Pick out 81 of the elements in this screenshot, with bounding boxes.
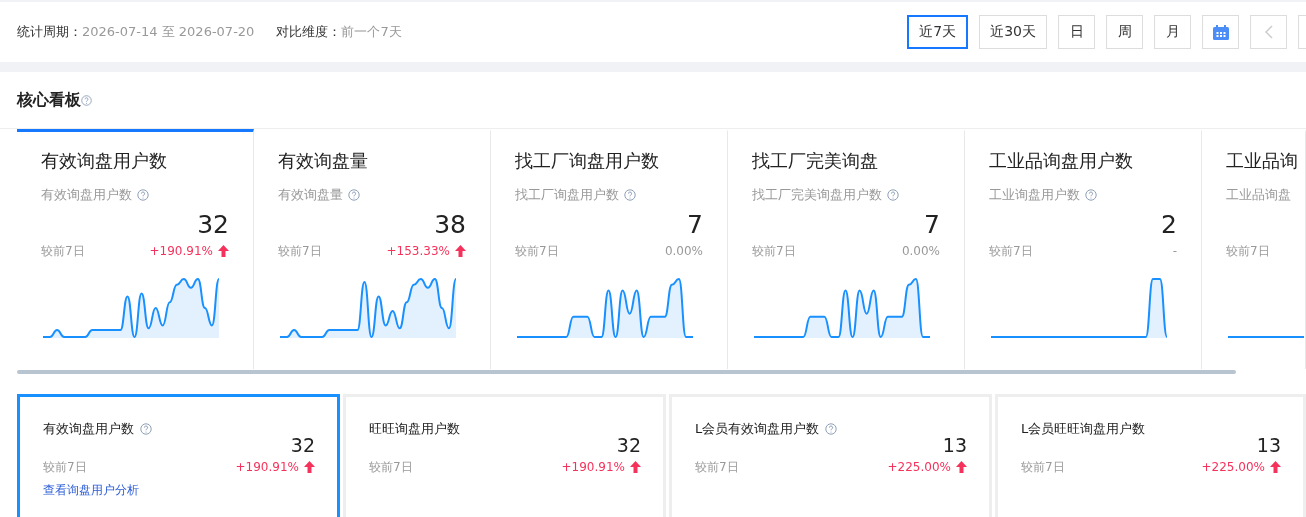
card-value: 13 bbox=[1256, 434, 1281, 456]
compare-period: 较前7日 bbox=[369, 458, 413, 476]
compare-period: 较前7日 bbox=[1226, 242, 1270, 260]
arrow-up-icon bbox=[956, 461, 967, 473]
arrow-up-icon bbox=[455, 245, 466, 257]
compare-period: 较前7日 bbox=[515, 242, 559, 260]
metric-value: 7 bbox=[924, 210, 940, 240]
metric-title: 找工厂询盘用户数 bbox=[515, 149, 659, 173]
metric-tab[interactable]: 有效询盘量 有效询盘量 38 较前7日 +153.33% bbox=[254, 129, 491, 369]
change-percent: +225.00% bbox=[887, 460, 951, 474]
calendar-button[interactable] bbox=[1202, 15, 1239, 49]
change-percent: - bbox=[1172, 244, 1177, 258]
metric-tab[interactable]: 找工厂完美询盘 找工厂完美询盘用户数 7 较前7日 0.00% bbox=[728, 129, 965, 369]
metric-title: 有效询盘量 bbox=[278, 149, 368, 173]
compare-period: 较前7日 bbox=[752, 242, 796, 260]
metric-card[interactable]: L会员有效询盘用户数 13 较前7日 +225.00% bbox=[669, 394, 992, 517]
metric-subtitle: 工业品询盘 bbox=[1226, 186, 1291, 204]
metric-subtitle: 找工厂询盘用户数 bbox=[515, 186, 619, 204]
help-icon bbox=[348, 189, 360, 201]
compare-period: 较前7日 bbox=[695, 458, 739, 476]
help-icon bbox=[137, 189, 149, 201]
metric-card[interactable]: L会员旺旺询盘用户数 13 较前7日 +225.00% bbox=[995, 394, 1306, 517]
metric-card[interactable]: 有效询盘用户数 32 较前7日 +190.91% 查看询盘用户分析 bbox=[17, 394, 340, 517]
metric-value: 2 bbox=[1161, 210, 1177, 240]
metric-tab[interactable]: 有效询盘用户数 有效询盘用户数 32 较前7日 +190.91% bbox=[17, 129, 254, 369]
analysis-link[interactable]: 查看询盘用户分析 bbox=[43, 482, 139, 499]
metric-tab[interactable]: 工业品询盘用户数 工业询盘用户数 2 较前7日 - bbox=[965, 129, 1202, 369]
arrow-up-icon bbox=[304, 461, 315, 473]
metric-tab[interactable]: 工业品询 工业品询盘 较前7日 bbox=[1202, 129, 1306, 369]
period-value: 2026-07-14 至 2026-07-20 bbox=[82, 23, 255, 41]
range-button[interactable]: 近30天 bbox=[979, 15, 1047, 49]
metric-card[interactable]: 旺旺询盘用户数 32 较前7日 +190.91% bbox=[343, 394, 666, 517]
card-title: 旺旺询盘用户数 bbox=[369, 420, 460, 438]
change-percent: 0.00% bbox=[664, 244, 703, 258]
metric-title: 工业品询盘用户数 bbox=[989, 149, 1133, 173]
change-percent: +153.33% bbox=[386, 244, 450, 258]
chevron-left-icon bbox=[1264, 25, 1273, 39]
compare-period: 较前7日 bbox=[41, 242, 85, 260]
metric-title: 找工厂完美询盘 bbox=[752, 149, 878, 173]
compare-period: 较前7日 bbox=[1021, 458, 1065, 476]
range-button[interactable]: 日 bbox=[1058, 15, 1095, 49]
metric-value: 32 bbox=[197, 210, 229, 240]
arrow-up-icon bbox=[1270, 461, 1281, 473]
change-percent: +190.91% bbox=[235, 460, 299, 474]
card-value: 32 bbox=[290, 434, 315, 456]
card-value: 32 bbox=[616, 434, 641, 456]
next-button[interactable] bbox=[1298, 15, 1306, 49]
metric-subtitle: 找工厂完美询盘用户数 bbox=[752, 186, 882, 204]
metric-value: 7 bbox=[687, 210, 703, 240]
arrow-up-icon bbox=[630, 461, 641, 473]
metric-subtitle: 有效询盘用户数 bbox=[41, 186, 132, 204]
change-percent: 0.00% bbox=[901, 244, 940, 258]
arrow-up-icon bbox=[218, 245, 229, 257]
metric-value: 38 bbox=[434, 210, 466, 240]
compare-period: 较前7日 bbox=[43, 458, 87, 476]
metric-title: 有效询盘用户数 bbox=[41, 149, 167, 173]
help-icon bbox=[887, 189, 899, 201]
period-label: 统计周期： bbox=[17, 23, 82, 41]
compare-period: 较前7日 bbox=[278, 242, 322, 260]
range-button[interactable]: 近7天 bbox=[907, 15, 969, 49]
help-icon bbox=[624, 189, 636, 201]
board-title: 核心看板 bbox=[17, 89, 81, 111]
card-value: 13 bbox=[942, 434, 967, 456]
range-button[interactable]: 周 bbox=[1106, 15, 1143, 49]
range-button[interactable]: 月 bbox=[1154, 15, 1191, 49]
change-percent: +190.91% bbox=[149, 244, 213, 258]
metric-tab[interactable]: 找工厂询盘用户数 找工厂询盘用户数 7 较前7日 0.00% bbox=[491, 129, 728, 369]
change-percent: +190.91% bbox=[561, 460, 625, 474]
card-title: 有效询盘用户数 bbox=[43, 420, 134, 438]
metric-subtitle: 工业询盘用户数 bbox=[989, 186, 1080, 204]
compare-period: 较前7日 bbox=[989, 242, 1033, 260]
compare-label: 对比维度： bbox=[276, 23, 342, 41]
calendar-icon bbox=[1212, 24, 1229, 40]
scrollbar[interactable] bbox=[17, 370, 1236, 374]
card-title: L会员有效询盘用户数 bbox=[695, 420, 820, 438]
metric-subtitle: 有效询盘量 bbox=[278, 186, 343, 204]
help-icon bbox=[1085, 189, 1097, 201]
card-title: L会员旺旺询盘用户数 bbox=[1021, 420, 1146, 438]
help-icon bbox=[81, 94, 92, 106]
metric-title: 工业品询 bbox=[1226, 149, 1298, 173]
change-percent: +225.00% bbox=[1201, 460, 1265, 474]
